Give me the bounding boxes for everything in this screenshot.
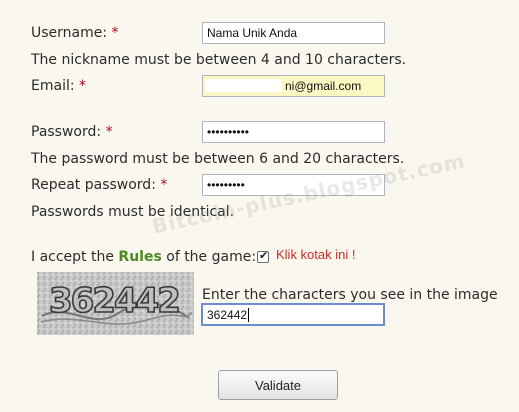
- redaction-mask: [206, 79, 282, 92]
- captcha-prompt: Enter the characters you see in the imag…: [202, 287, 498, 303]
- captcha-text: 362442: [49, 281, 179, 321]
- accept-rules-checkbox[interactable]: ✔: [257, 249, 269, 263]
- accept-rules-label: I accept the Rules of the game:: [31, 249, 257, 265]
- annotation-text: Klik kotak ini !: [276, 247, 356, 262]
- required-mark: *: [111, 25, 119, 41]
- password-input[interactable]: ••••••••••: [202, 121, 385, 143]
- rules-link[interactable]: Rules: [118, 249, 161, 265]
- email-input[interactable]: ni@gmail.com: [202, 75, 385, 97]
- password-label: Password: *: [31, 124, 113, 140]
- username-hint: The nickname must be between 4 and 10 ch…: [31, 52, 407, 68]
- email-label: Email: *: [31, 78, 87, 94]
- password-hint: The password must be between 6 and 20 ch…: [31, 151, 405, 167]
- validate-button[interactable]: Validate: [218, 370, 338, 400]
- captcha-input[interactable]: 362442: [201, 303, 385, 326]
- required-mark: *: [160, 177, 168, 193]
- captcha-image: 362442: [37, 272, 194, 335]
- required-mark: *: [79, 78, 87, 94]
- required-mark: *: [105, 124, 113, 140]
- check-icon: ✔: [259, 249, 269, 262]
- username-input[interactable]: Nama Unik Anda: [202, 22, 385, 44]
- repeat-password-label: Repeat password: *: [31, 177, 168, 193]
- username-label: Username: *: [31, 25, 119, 41]
